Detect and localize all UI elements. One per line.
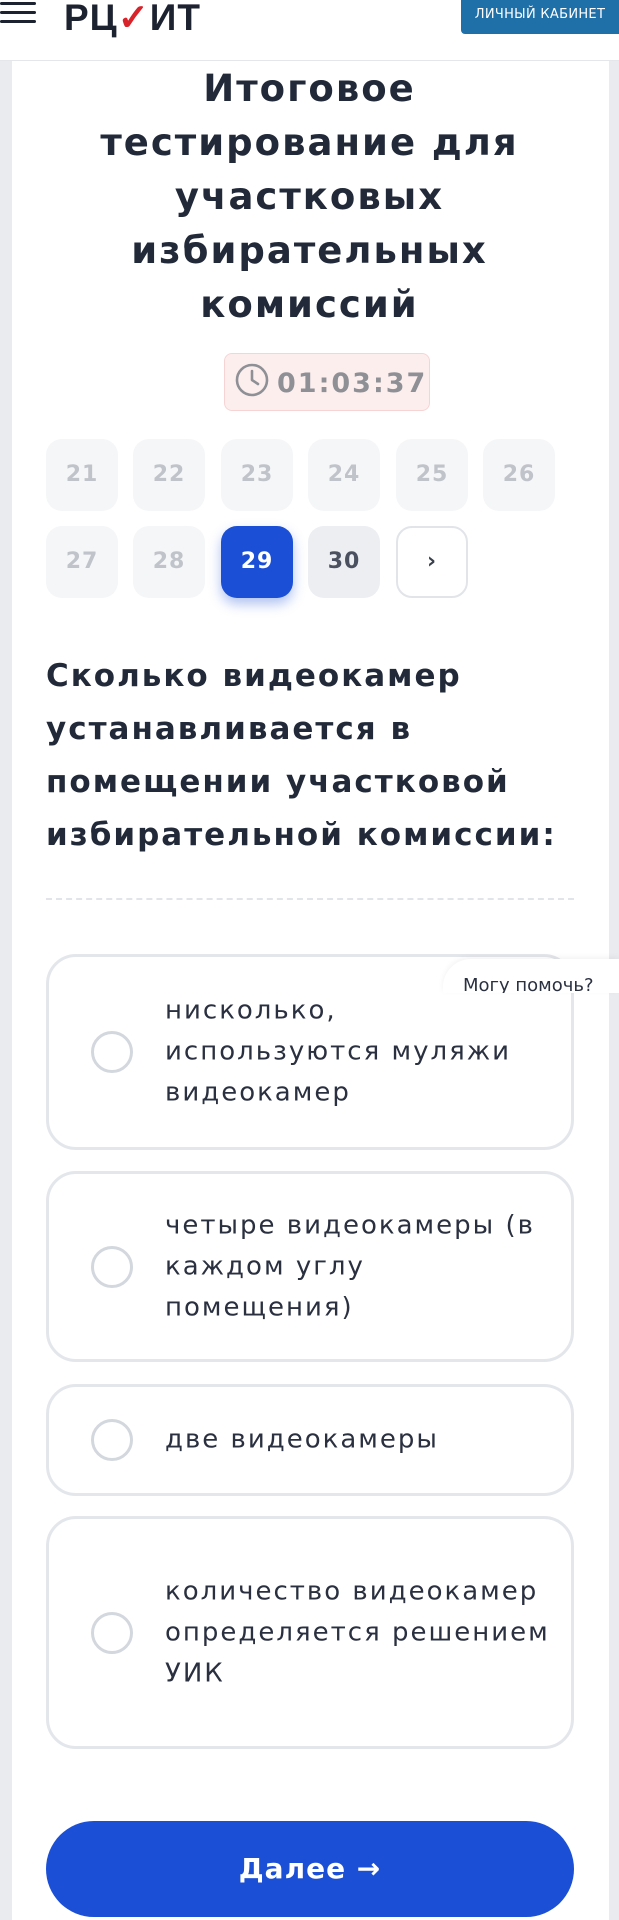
site-logo[interactable]: РЦ✓ИТ [64,0,201,39]
answer-text: количество видеокамер определяется решен… [165,1576,550,1688]
radio-button[interactable] [91,1245,133,1288]
answer-text: две видеокамеры [165,1424,439,1455]
answer-option-3[interactable]: две видеокамеры [46,1384,574,1496]
test-timer: 01:03:37 [224,353,430,411]
page-title: Итоговое тестирование для участковых изб… [100,67,519,326]
next-page-arrow-button[interactable]: › [396,526,468,598]
question-button-22[interactable]: 22 [133,439,205,511]
radio-button[interactable] [91,1419,133,1461]
logo-check-mark: ✓ [117,0,150,38]
question-button-30[interactable]: 30 [308,526,380,598]
answer-text: четыре видеокамеры (в каждом углу помеще… [165,1210,535,1322]
radio-button[interactable] [91,1611,133,1654]
help-chat-label: Могу помочь? [463,975,594,993]
question-button-28[interactable]: 28 [133,526,205,598]
question-text: Сколько видеокамер устанавливается в пом… [46,658,557,853]
clock-icon [235,363,269,397]
help-chat-widget[interactable]: Могу помочь? [443,959,619,993]
question-divider [46,898,574,900]
answer-option-4[interactable]: количество видеокамер определяется решен… [46,1516,574,1749]
radio-button[interactable] [91,1031,133,1073]
personal-cabinet-button[interactable]: ЛИЧНЫЙ КАБИНЕТ [461,0,619,34]
answer-text: нисколько, используются муляжи видеокаме… [165,995,512,1108]
timer-value: 01:03:37 [277,368,428,399]
question-button-24[interactable]: 24 [308,439,380,511]
question-button-21[interactable]: 21 [46,439,118,511]
top-header: РЦ✓ИТ ЛИЧНЫЙ КАБИНЕТ [0,0,619,61]
next-button[interactable]: Далее → [46,1821,574,1917]
question-button-23[interactable]: 23 [221,439,293,511]
question-button-25[interactable]: 25 [396,439,468,511]
question-button-27[interactable]: 27 [46,526,118,598]
logo-text-left: РЦ [64,0,118,38]
question-button-26[interactable]: 26 [483,439,555,511]
answer-option-2[interactable]: четыре видеокамеры (в каждом углу помеще… [46,1171,574,1362]
question-button-29-current[interactable]: 29 [221,526,293,598]
logo-text-right: ИТ [149,0,201,38]
hamburger-menu-icon[interactable] [0,2,36,28]
